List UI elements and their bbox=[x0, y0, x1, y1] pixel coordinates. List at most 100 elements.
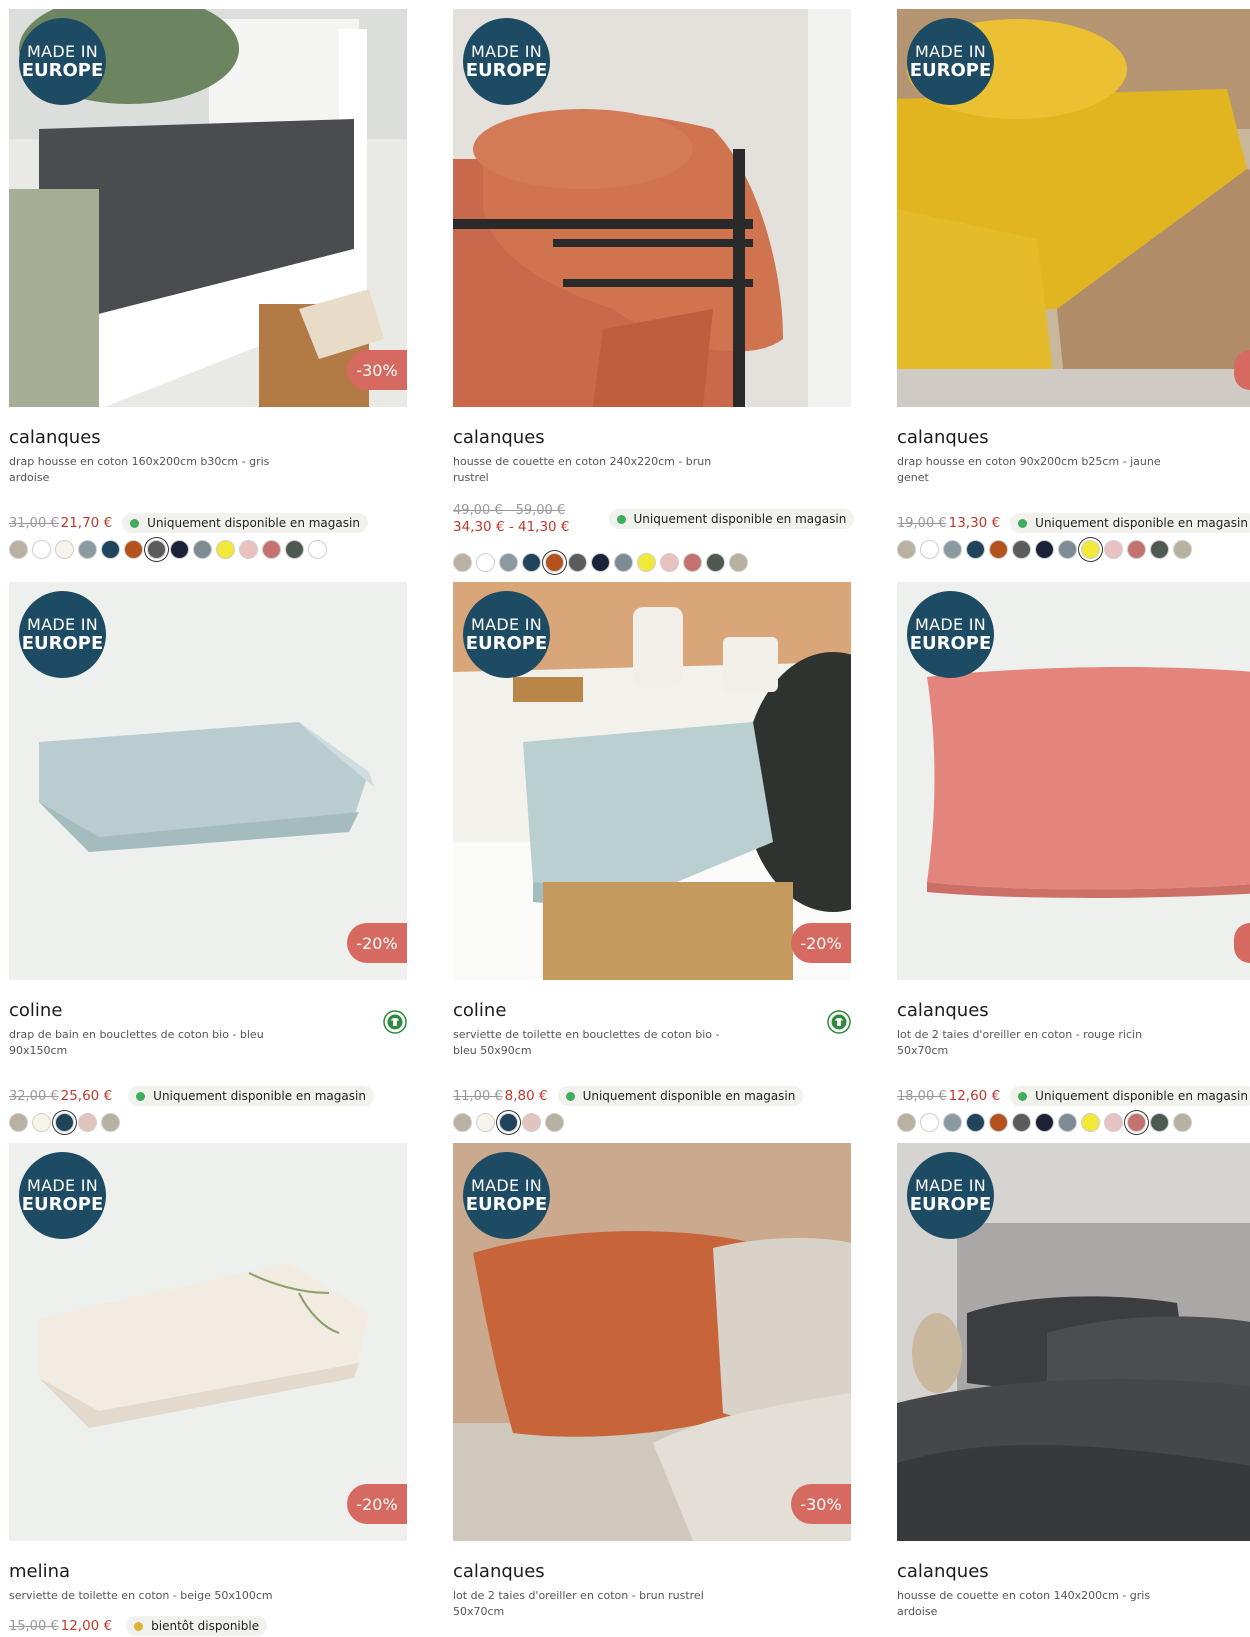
color-swatch[interactable] bbox=[1012, 1113, 1031, 1132]
color-swatch[interactable] bbox=[239, 540, 258, 559]
product-brand[interactable]: calanques bbox=[9, 427, 101, 448]
color-swatch[interactable] bbox=[262, 540, 281, 559]
product-image[interactable]: MADE IN EUROPE -20% bbox=[9, 582, 407, 980]
color-swatch[interactable] bbox=[1081, 1113, 1100, 1132]
color-swatch[interactable] bbox=[55, 540, 74, 559]
product-image[interactable]: MADE IN EUROPE bbox=[453, 9, 851, 407]
product-brand[interactable]: calanques bbox=[453, 427, 545, 448]
color-swatch[interactable] bbox=[1150, 540, 1169, 559]
product-brand[interactable]: calanques bbox=[897, 427, 989, 448]
color-swatch[interactable] bbox=[1127, 1113, 1146, 1132]
color-swatch[interactable] bbox=[285, 540, 304, 559]
color-swatch[interactable] bbox=[729, 553, 748, 572]
color-swatch[interactable] bbox=[1104, 1113, 1123, 1132]
color-swatch[interactable] bbox=[660, 553, 679, 572]
color-swatch[interactable] bbox=[966, 540, 985, 559]
product-card[interactable]: MADE IN EUROPE -20% melina serviette de … bbox=[9, 1143, 407, 1636]
color-swatch[interactable] bbox=[1035, 540, 1054, 559]
color-swatch[interactable] bbox=[943, 540, 962, 559]
color-swatch[interactable] bbox=[9, 1113, 28, 1132]
color-swatch[interactable] bbox=[1012, 540, 1031, 559]
product-card[interactable]: MADE IN EUROPE -30% calanques lot de 2 t… bbox=[453, 1143, 851, 1618]
color-swatch[interactable] bbox=[1058, 1113, 1077, 1132]
product-card[interactable]: MADE IN EUROPE calanques housse de couet… bbox=[453, 9, 855, 572]
product-card[interactable]: MADE IN EUROPE calanques drap housse en … bbox=[897, 9, 1250, 559]
color-swatch[interactable] bbox=[1173, 540, 1192, 559]
product-description[interactable]: serviette de toilette en coton - beige 5… bbox=[9, 1588, 279, 1604]
product-image[interactable]: MADE IN EUROPE -20% bbox=[9, 1143, 407, 1541]
color-swatch[interactable] bbox=[897, 540, 916, 559]
product-description[interactable]: lot de 2 taies d'oreiller en coton - bru… bbox=[453, 1588, 723, 1620]
product-image[interactable]: MADE IN EUROPE -30% bbox=[9, 9, 407, 407]
product-description[interactable]: lot de 2 taies d'oreiller en coton - rou… bbox=[897, 1027, 1167, 1059]
color-swatch[interactable] bbox=[591, 553, 610, 572]
product-brand[interactable]: calanques bbox=[453, 1561, 545, 1582]
product-description[interactable]: housse de couette en coton 140x200cm - g… bbox=[897, 1588, 1167, 1620]
product-card[interactable]: MADE IN EUROPE -20% coline serviette de … bbox=[453, 582, 851, 1132]
product-brand[interactable]: calanques bbox=[897, 1000, 989, 1021]
color-swatch[interactable] bbox=[55, 1113, 74, 1132]
color-swatch[interactable] bbox=[9, 540, 28, 559]
color-swatch[interactable] bbox=[989, 540, 1008, 559]
product-image[interactable]: MADE IN EUROPE -30% bbox=[453, 1143, 851, 1541]
color-swatch[interactable] bbox=[1150, 1113, 1169, 1132]
color-swatch[interactable] bbox=[966, 1113, 985, 1132]
color-swatch[interactable] bbox=[124, 540, 143, 559]
product-brand[interactable]: coline bbox=[453, 1000, 506, 1021]
color-swatch[interactable] bbox=[522, 1113, 541, 1132]
color-swatch[interactable] bbox=[1081, 540, 1100, 559]
color-swatch[interactable] bbox=[147, 540, 166, 559]
product-brand[interactable]: coline bbox=[9, 1000, 62, 1021]
product-description[interactable]: drap de bain en bouclettes de coton bio … bbox=[9, 1027, 279, 1059]
color-swatch[interactable] bbox=[1104, 540, 1123, 559]
color-swatch[interactable] bbox=[101, 540, 120, 559]
color-swatch[interactable] bbox=[1035, 1113, 1054, 1132]
color-swatch[interactable] bbox=[170, 540, 189, 559]
color-swatch[interactable] bbox=[32, 1113, 51, 1132]
product-image[interactable]: MADE IN EUROPE bbox=[897, 9, 1250, 407]
color-swatch[interactable] bbox=[1127, 540, 1146, 559]
color-swatch[interactable] bbox=[476, 1113, 495, 1132]
color-swatch[interactable] bbox=[683, 553, 702, 572]
color-swatch[interactable] bbox=[499, 553, 518, 572]
color-swatch[interactable] bbox=[476, 553, 495, 572]
color-swatch[interactable] bbox=[545, 1113, 564, 1132]
product-image[interactable]: MADE IN EUROPE bbox=[897, 1143, 1250, 1541]
color-swatch[interactable] bbox=[943, 1113, 962, 1132]
made-in-europe-badge: MADE IN EUROPE bbox=[907, 1152, 994, 1239]
product-brand[interactable]: melina bbox=[9, 1561, 70, 1582]
color-swatch[interactable] bbox=[78, 540, 97, 559]
color-swatch[interactable] bbox=[637, 553, 656, 572]
color-swatch[interactable] bbox=[614, 553, 633, 572]
product-image[interactable]: MADE IN EUROPE bbox=[897, 582, 1250, 980]
product-image[interactable]: MADE IN EUROPE -20% bbox=[453, 582, 851, 980]
color-swatch[interactable] bbox=[1173, 1113, 1192, 1132]
product-card[interactable]: MADE IN EUROPE -20% coline drap de bain … bbox=[9, 582, 407, 1132]
product-description[interactable]: drap housse en coton 90x200cm b25cm - ja… bbox=[897, 454, 1167, 486]
color-swatch[interactable] bbox=[920, 1113, 939, 1132]
product-description[interactable]: drap housse en coton 160x200cm b30cm - g… bbox=[9, 454, 279, 486]
product-brand[interactable]: calanques bbox=[897, 1561, 989, 1582]
color-swatch[interactable] bbox=[897, 1113, 916, 1132]
color-swatch[interactable] bbox=[568, 553, 587, 572]
color-swatch[interactable] bbox=[32, 540, 51, 559]
color-swatch[interactable] bbox=[216, 540, 235, 559]
color-swatch[interactable] bbox=[920, 540, 939, 559]
product-description[interactable]: housse de couette en coton 240x220cm - b… bbox=[453, 454, 723, 486]
product-card[interactable]: MADE IN EUROPE calanques housse de couet… bbox=[897, 1143, 1250, 1618]
color-swatch[interactable] bbox=[453, 553, 472, 572]
color-swatch[interactable] bbox=[522, 553, 541, 572]
color-swatch[interactable] bbox=[308, 540, 327, 559]
color-swatch[interactable] bbox=[989, 1113, 1008, 1132]
color-swatch[interactable] bbox=[78, 1113, 97, 1132]
color-swatch[interactable] bbox=[1058, 540, 1077, 559]
product-description[interactable]: serviette de toilette en bouclettes de c… bbox=[453, 1027, 723, 1059]
product-card[interactable]: MADE IN EUROPE calanques lot de 2 taies … bbox=[897, 582, 1250, 1132]
color-swatch[interactable] bbox=[499, 1113, 518, 1132]
product-card[interactable]: MADE IN EUROPE -30% calanques drap houss… bbox=[9, 9, 407, 559]
color-swatch[interactable] bbox=[545, 553, 564, 572]
color-swatch[interactable] bbox=[101, 1113, 120, 1132]
color-swatch[interactable] bbox=[193, 540, 212, 559]
color-swatch[interactable] bbox=[706, 553, 725, 572]
color-swatch[interactable] bbox=[453, 1113, 472, 1132]
